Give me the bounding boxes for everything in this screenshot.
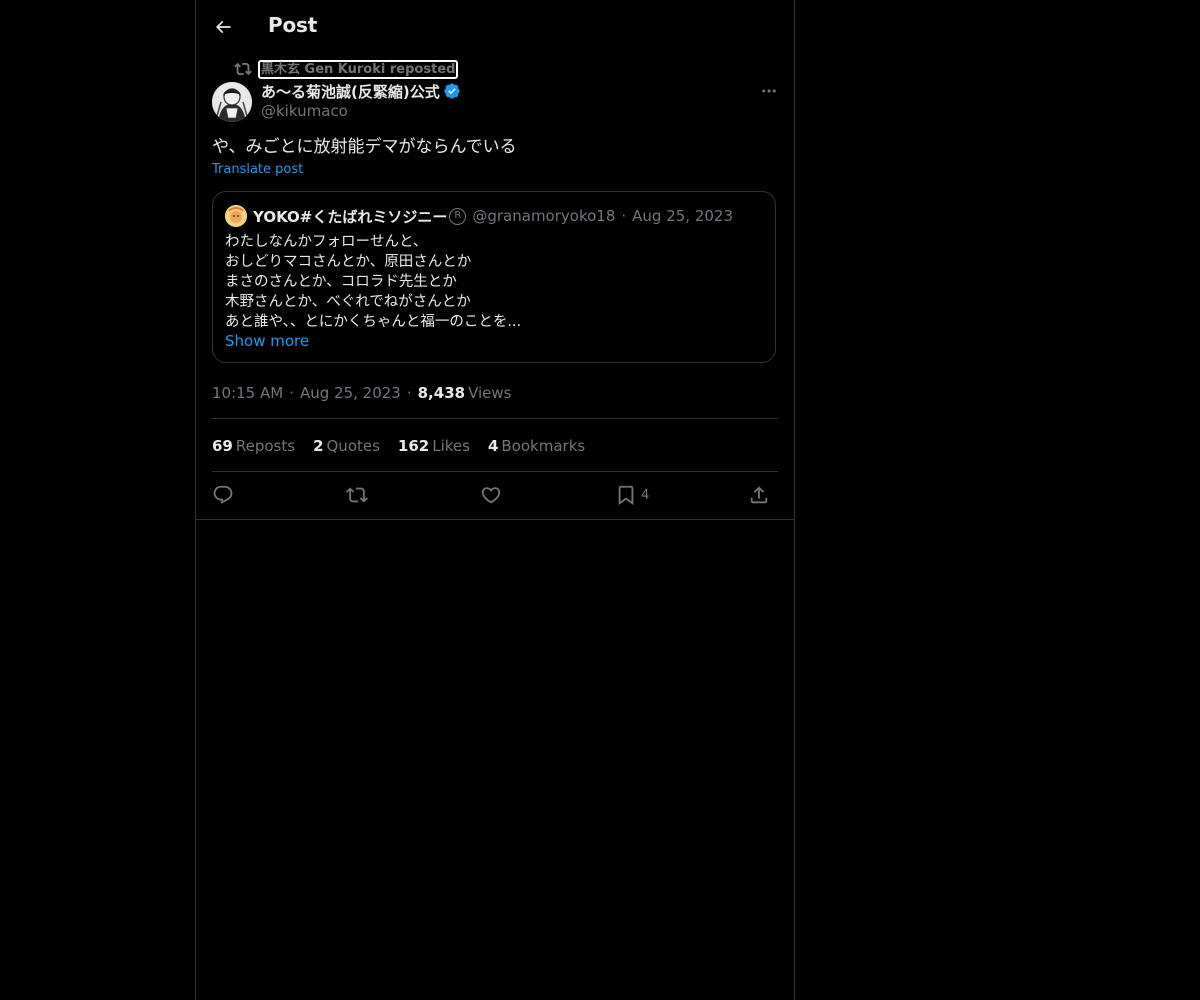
divider <box>212 418 778 419</box>
more-dots-icon <box>762 89 776 93</box>
engagement-stats: 69 Reposts 2 Quotes 162 Likes 4 Bookmarks <box>212 436 603 456</box>
stat-count: 2 <box>313 437 324 455</box>
author-name-row: あ〜る菊池誠(反緊縮)公式 <box>261 80 461 102</box>
back-arrow-icon <box>215 20 231 34</box>
divider <box>196 519 794 520</box>
main-column: Post 黒木玄 Gen Kuroki reposted あ〜る菊池誠(反緊縮)… <box>195 0 795 1000</box>
show-more-link[interactable]: Show more <box>225 332 309 350</box>
stat-label: Quotes <box>326 437 380 455</box>
quote-line: わたしなんかフォローせんと、 <box>225 234 428 250</box>
separator-dot: · <box>621 207 627 225</box>
bookmark-button[interactable]: 4 <box>615 482 649 508</box>
stat-likes[interactable]: 162 Likes <box>398 437 470 455</box>
post-time[interactable]: 10:15 AM <box>212 384 283 402</box>
quote-line: あと誰や、、とにかくちゃんと福一のことを... <box>225 314 522 330</box>
quote-header: YOKO#くたばれミソジニー R @granamoryoko18 · Aug 2… <box>253 205 733 227</box>
back-button[interactable] <box>210 14 236 40</box>
action-bar: 4 <box>212 482 778 508</box>
stat-bookmarks[interactable]: 4 Bookmarks <box>488 437 585 455</box>
registered-mark-icon: R <box>449 207 467 225</box>
stat-count: 162 <box>397 437 430 455</box>
quote-line: おしどりマコさんとか、原田さんとか <box>225 254 472 270</box>
author-name[interactable]: あ〜る菊池誠(反緊縮)公式 <box>261 81 440 102</box>
post-meta: 10:15 AM · Aug 25, 2023 · 8,438 Views <box>212 383 512 403</box>
stat-quotes[interactable]: 2 Quotes <box>313 437 380 455</box>
like-button[interactable] <box>480 482 502 508</box>
share-icon <box>750 486 768 504</box>
views-label: Views <box>468 384 512 402</box>
repost-context: 黒木玄 Gen Kuroki reposted <box>234 59 459 79</box>
quote-line: 木野さんとか、べぐれでねがさんとか <box>225 294 471 310</box>
quoted-post[interactable]: YOKO#くたばれミソジニー R @granamoryoko18 · Aug 2… <box>212 191 776 363</box>
quote-avatar <box>225 205 247 227</box>
post-text: や、みごとに放射能デマがならんでいる <box>212 137 517 157</box>
repost-icon <box>346 487 368 503</box>
page-title: Post <box>268 13 318 37</box>
stat-label: Reposts <box>235 437 296 455</box>
verified-badge-icon <box>443 82 461 100</box>
repost-icon <box>234 60 252 78</box>
reply-button[interactable] <box>212 482 234 508</box>
bookmark-icon <box>618 485 634 506</box>
author-handle[interactable]: @kikumaco <box>261 102 348 120</box>
stat-reposts[interactable]: 69 Reposts <box>212 437 295 455</box>
quote-author-name: YOKO#くたばれミソジニー <box>253 207 448 226</box>
more-options-button[interactable] <box>758 81 780 101</box>
avatar[interactable] <box>212 82 252 122</box>
repost-button[interactable] <box>346 482 368 508</box>
share-button[interactable] <box>748 482 770 508</box>
repost-label[interactable]: 黒木玄 Gen Kuroki reposted <box>258 59 459 79</box>
stat-label: Bookmarks <box>501 437 586 455</box>
stat-label: Likes <box>432 437 470 455</box>
separator-dot: · <box>406 384 412 402</box>
divider <box>212 471 778 472</box>
quote-author-handle: @granamoryoko18 <box>472 207 616 225</box>
views-count: 8,438 <box>417 384 466 402</box>
quote-text: わたしなんかフォローせんと、 おしどりマコさんとか、原田さんとか まさのさんとか… <box>225 232 521 332</box>
stat-count: 4 <box>487 437 499 455</box>
quote-date: Aug 25, 2023 <box>632 207 734 225</box>
quote-line: まさのさんとか、コロラド先生とか <box>225 274 457 290</box>
post-date[interactable]: Aug 25, 2023 <box>300 384 401 402</box>
heart-icon <box>481 487 501 504</box>
reply-icon <box>213 485 233 504</box>
stat-count: 69 <box>212 437 233 455</box>
post-header: Post <box>196 0 794 53</box>
translate-post-link[interactable]: Translate post <box>212 162 303 177</box>
bookmark-count: 4 <box>641 487 650 503</box>
separator-dot: · <box>289 384 294 402</box>
